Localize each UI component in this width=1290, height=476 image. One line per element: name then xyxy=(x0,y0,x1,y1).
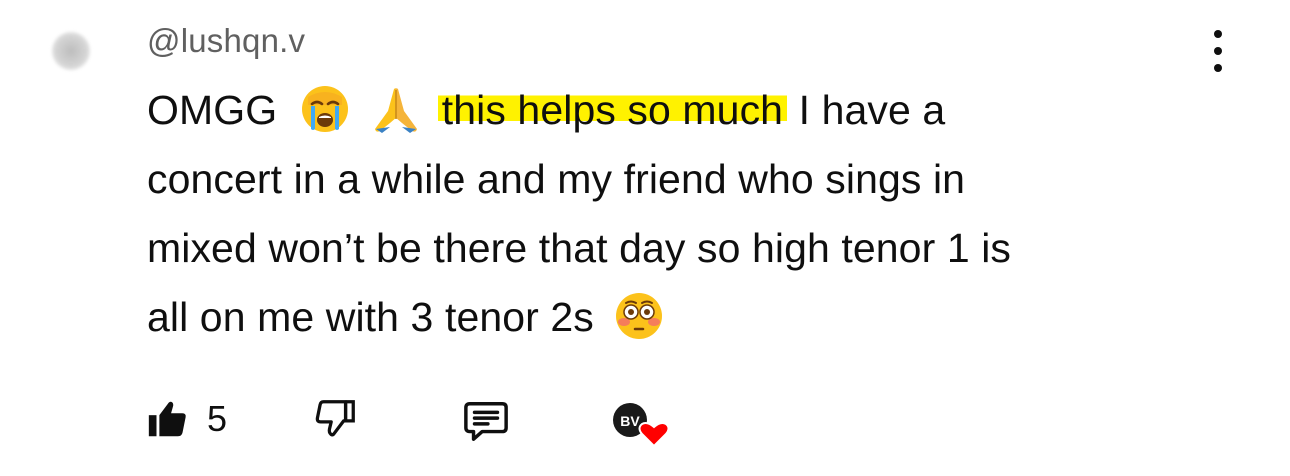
reply-button[interactable] xyxy=(461,398,511,444)
thumbs-up-filled-icon xyxy=(148,401,186,437)
comment-reply-icon xyxy=(464,402,508,441)
creator-initials: BV xyxy=(620,413,640,429)
like-button[interactable]: 5 xyxy=(145,396,227,442)
thumbs-down-outline-icon xyxy=(315,400,355,437)
comment-text-line: concert in a while and my friend who sin… xyxy=(147,156,966,202)
dislike-button[interactable] xyxy=(313,396,359,442)
user-avatar[interactable] xyxy=(52,32,90,70)
more-options-icon-dot xyxy=(1214,64,1222,72)
comment-card: @lushqn.v OMGG this helps so much I have xyxy=(0,0,1290,476)
creator-heart-icon: BV xyxy=(613,403,670,448)
like-count: 5 xyxy=(207,398,228,439)
comment-text-part: OMGG xyxy=(147,87,278,133)
highlighted-text: this helps so much xyxy=(437,87,788,133)
comment-text-line: all on me with 3 tenor 2s xyxy=(147,294,594,340)
creator-heart-badge[interactable]: BV xyxy=(610,398,672,454)
comment-text-part: I have a xyxy=(798,87,946,133)
comment-text-line: mixed won’t be there that day so high te… xyxy=(147,225,1012,271)
flushed-face-icon xyxy=(616,293,663,340)
comment-actions-bar: 5 BV xyxy=(0,390,1290,450)
folded-hands-icon xyxy=(375,88,418,134)
more-options-icon xyxy=(1214,30,1222,38)
loudly-crying-face-icon xyxy=(301,86,348,133)
comment-username[interactable]: @lushqn.v xyxy=(147,22,305,60)
comment-text: OMGG this helps so much I have a concert… xyxy=(147,76,1237,352)
more-options-button[interactable] xyxy=(1200,30,1236,72)
more-options-icon-dot xyxy=(1214,47,1222,55)
